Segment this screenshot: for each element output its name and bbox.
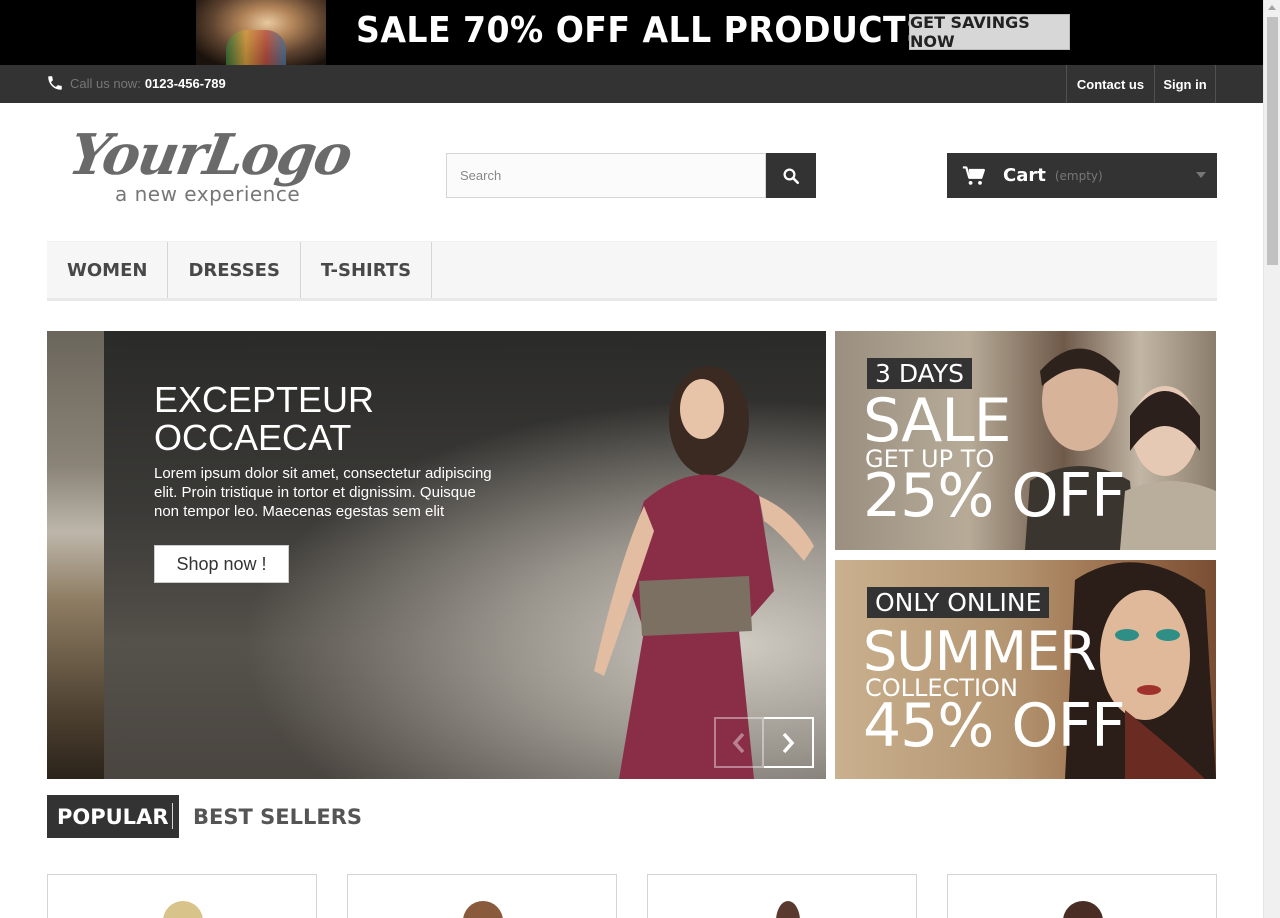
cart-button[interactable]: Cart (empty) — [947, 153, 1217, 198]
slider-next-button[interactable] — [764, 717, 814, 768]
promo-banner[interactable]: SALE 70% OFF ALL PRODUCTS GET SAVINGS NO… — [0, 0, 1263, 65]
product-card[interactable] — [647, 874, 917, 918]
online-badge: ONLY ONLINE — [867, 587, 1050, 618]
cart-status: (empty) — [1054, 168, 1103, 183]
sale-banner[interactable]: 3 DAYS SALE GET UP TO 25% OFF — [835, 331, 1216, 550]
product-card[interactable] — [347, 874, 617, 918]
sale-offer: 25% OFF — [863, 461, 1126, 531]
product-card[interactable] — [947, 874, 1217, 918]
call-label: Call us now: — [70, 75, 141, 91]
search-input[interactable] — [446, 153, 766, 198]
phone-number: 0123-456-789 — [144, 75, 226, 91]
product-image — [163, 901, 203, 918]
promo-model-image — [196, 0, 326, 65]
product-image — [463, 901, 503, 918]
menu-item-dresses[interactable]: Dresses — [168, 242, 301, 298]
logo-tagline: a new experience — [115, 182, 301, 206]
logo-wordmark: YourLogo — [64, 122, 356, 188]
slider-prev-button[interactable] — [714, 717, 764, 768]
shop-now-button[interactable]: Shop now ! — [154, 545, 289, 583]
cart-icon — [962, 165, 985, 185]
category-menu: Women Dresses T-shirts — [47, 241, 1217, 301]
promo-text: SALE 70% OFF ALL PRODUCTS — [356, 10, 931, 51]
slide-title: Excepteur Occaecat — [154, 381, 374, 457]
product-image — [1063, 901, 1103, 918]
previous-slide-image — [47, 331, 104, 779]
page: SALE 70% OFF ALL PRODUCTS GET SAVINGS NO… — [0, 0, 1280, 918]
product-image — [776, 901, 800, 918]
scroll-up-icon[interactable] — [1268, 5, 1276, 10]
page-scrollbar[interactable] — [1263, 0, 1280, 918]
product-card[interactable] — [47, 874, 317, 918]
scroll-thumb[interactable] — [1267, 17, 1278, 265]
chevron-right-icon — [782, 732, 795, 753]
phone-icon — [48, 76, 62, 90]
site-logo[interactable]: YourLogo a new experience — [64, 122, 360, 212]
model-illustration — [594, 366, 814, 779]
tab-divider — [172, 803, 173, 829]
search-button[interactable] — [766, 153, 816, 198]
slide-description: Lorem ipsum dolor sit amet, consectetur … — [154, 465, 492, 520]
slide-title-line1: Excepteur — [154, 379, 375, 420]
chevron-left-icon — [732, 732, 745, 753]
summer-offer: 45% OFF — [863, 691, 1126, 761]
sign-in-link[interactable]: Sign in — [1154, 65, 1216, 103]
summer-banner[interactable]: ONLY ONLINE SUMMER COLLECTION 45% OFF — [835, 560, 1216, 779]
top-nav: Call us now: 0123-456-789 Contact us Sig… — [0, 65, 1263, 103]
sale-badge: 3 DAYS — [867, 358, 972, 389]
cart-label: Cart — [1003, 165, 1046, 186]
homepage-slider: Excepteur Occaecat Lorem ipsum dolor sit… — [47, 331, 826, 779]
tab-best-sellers[interactable]: Best Sellers — [183, 795, 372, 838]
summer-headline: SUMMER — [863, 620, 1097, 683]
menu-item-tshirts[interactable]: T-shirts — [301, 242, 433, 298]
get-savings-button[interactable]: GET SAVINGS NOW — [909, 13, 1070, 51]
search-icon — [783, 168, 800, 184]
call-us: Call us now: 0123-456-789 — [46, 74, 226, 92]
sale-headline: SALE — [863, 386, 1012, 456]
slide-title-line2: Occaecat — [154, 417, 352, 458]
tab-popular[interactable]: Popular — [47, 795, 179, 838]
menu-item-women[interactable]: Women — [47, 242, 169, 298]
contact-us-link[interactable]: Contact us — [1066, 65, 1154, 103]
chevron-down-icon[interactable] — [1196, 172, 1206, 178]
